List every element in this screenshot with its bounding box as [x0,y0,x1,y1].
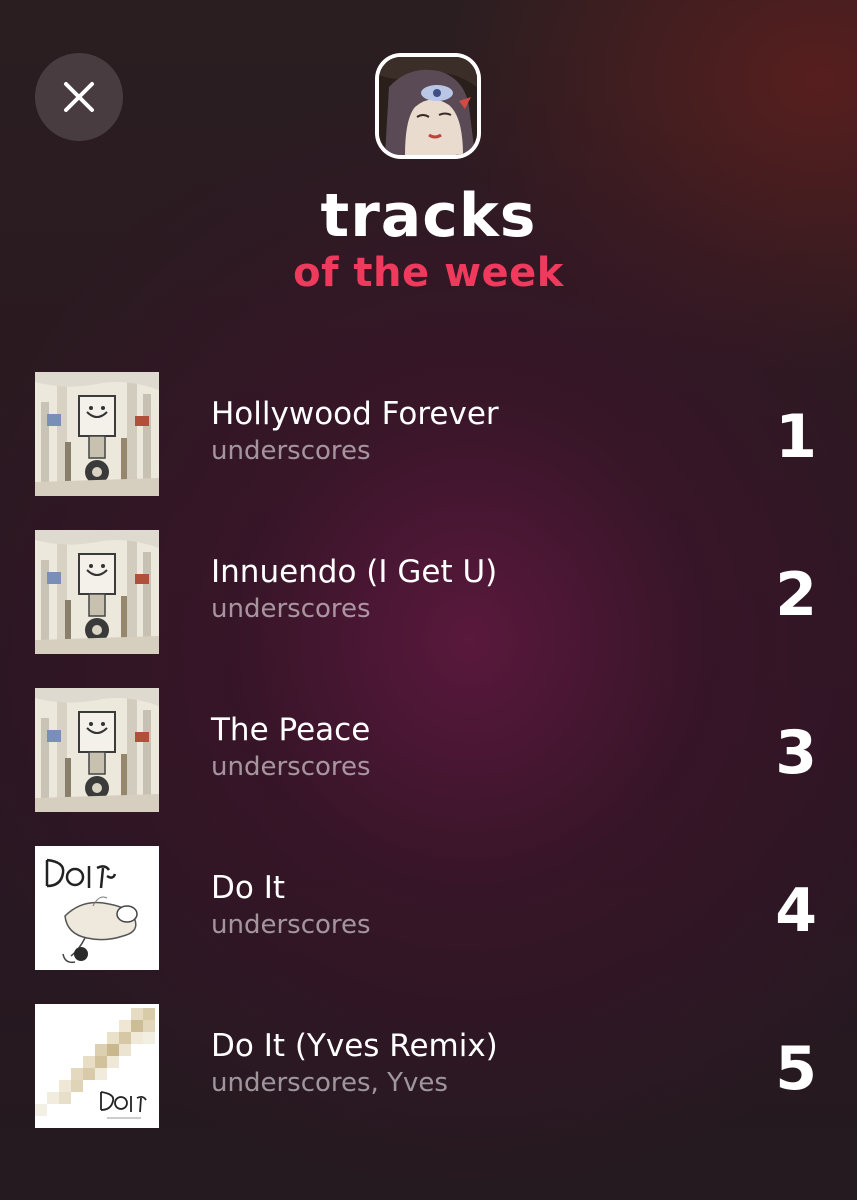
page-title: tracks [320,181,537,251]
track-rank: 4 [775,876,819,946]
track-artist: underscores [211,436,371,466]
track-row[interactable]: The Peace underscores 3 [0,688,857,812]
track-artist: underscores [211,752,371,782]
track-artist: underscores, Yves [211,1068,448,1098]
avatar-illustration [379,57,477,155]
track-rank: 2 [775,560,819,630]
close-icon [62,80,96,114]
track-title: Do It (Yves Remix) [211,1028,498,1064]
do-it-sketch-cover [35,846,159,970]
track-title: Hollywood Forever [211,396,499,432]
track-row[interactable]: Do It (Yves Remix) underscores, Yves 5 [0,1004,857,1128]
track-artist: underscores [211,910,371,940]
profile-avatar[interactable] [375,53,481,159]
track-rank: 1 [775,402,819,472]
album-art-cover [35,372,159,496]
track-artist: underscores [211,594,371,624]
album-art-cover [35,688,159,812]
track-rank: 3 [775,718,819,788]
track-rank: 5 [775,1034,819,1104]
track-title: The Peace [211,712,371,748]
track-row[interactable]: Hollywood Forever underscores 1 [0,372,857,496]
close-button[interactable] [35,53,123,141]
track-row[interactable]: Do It underscores 4 [0,846,857,970]
track-row[interactable]: Innuendo (I Get U) underscores 2 [0,530,857,654]
album-art-cover [35,530,159,654]
page-subtitle: of the week [293,250,564,296]
track-title: Do It [211,870,285,906]
do-it-remix-pixel-cover [35,1004,159,1128]
track-title: Innuendo (I Get U) [211,554,498,590]
